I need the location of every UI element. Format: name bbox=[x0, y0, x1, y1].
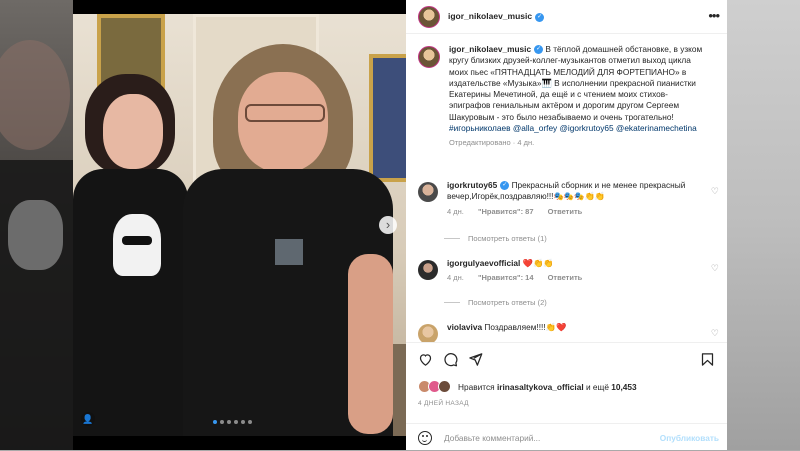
likes-prefix: Нравится bbox=[458, 381, 495, 392]
mentions-links[interactable]: @alla_orfey @igorkrutoy65 @ekaterinamech… bbox=[513, 123, 697, 133]
verified-icon: ✓ bbox=[500, 181, 510, 191]
publish-button[interactable]: Опубликовать bbox=[660, 433, 719, 443]
comment-text: Поздравляем!!!!👏❤️ bbox=[484, 322, 567, 332]
post-header: igor_nikolaev_music ✓ ••• bbox=[406, 0, 727, 34]
user-tag-icon[interactable]: 👤 bbox=[81, 412, 95, 426]
post-photo: › 👤 bbox=[73, 0, 406, 450]
likes-middle: и ещё bbox=[585, 381, 609, 392]
backdrop-left bbox=[0, 0, 73, 450]
likes-count[interactable]: 10,453 bbox=[611, 382, 636, 392]
comments-feed[interactable]: igor_nikolaev_music ✓ В тёплой домашней о… bbox=[406, 34, 727, 342]
more-icon[interactable]: ••• bbox=[708, 9, 720, 23]
comment-icon[interactable] bbox=[443, 352, 458, 367]
caption-row: igor_nikolaev_music ✓ В тёплой домашней о… bbox=[418, 44, 718, 149]
post-modal: › 👤 igor_nikolaev_music ✓ ••• igor_nikola… bbox=[73, 0, 727, 450]
view-replies-button[interactable]: Посмотреть ответы (2) bbox=[444, 298, 547, 307]
heart-icon[interactable]: ♡ bbox=[711, 328, 719, 339]
comment-row: violaviva Поздравляем!!!!👏❤️ bbox=[418, 322, 718, 342]
carousel-dots bbox=[213, 420, 252, 424]
heart-icon[interactable]: ♡ bbox=[711, 263, 719, 274]
comment-row: igorkrutoy65 ✓ Прекрасный сборник и не ме… bbox=[418, 180, 718, 217]
photo-image bbox=[73, 14, 406, 436]
avatar[interactable] bbox=[418, 46, 440, 68]
view-replies-button[interactable]: Посмотреть ответы (1) bbox=[444, 234, 547, 243]
comment-input[interactable] bbox=[442, 431, 656, 444]
heart-icon[interactable] bbox=[418, 352, 433, 367]
hashtag-link[interactable]: #игорьниколаев bbox=[449, 123, 511, 133]
caption-username[interactable]: igor_nikolaev_music bbox=[449, 44, 531, 54]
carousel-dot bbox=[227, 420, 231, 424]
carousel-dot bbox=[220, 420, 224, 424]
reply-button[interactable]: Ответить bbox=[548, 273, 583, 282]
reply-button[interactable]: Ответить bbox=[548, 207, 583, 216]
carousel-dot bbox=[234, 420, 238, 424]
carousel-dot bbox=[213, 420, 217, 424]
avatar[interactable] bbox=[418, 260, 438, 280]
carousel-dot bbox=[248, 420, 252, 424]
share-icon[interactable] bbox=[468, 352, 483, 367]
comment-age: 4 дн. bbox=[447, 273, 464, 283]
verified-icon: ✓ bbox=[534, 45, 544, 55]
comment-text: ❤️👏👏 bbox=[522, 258, 554, 268]
save-icon[interactable] bbox=[700, 352, 715, 367]
heart-icon[interactable]: ♡ bbox=[711, 186, 719, 197]
emoji-icon[interactable] bbox=[418, 430, 432, 445]
likes-line: Нравится irinasaltykova_official и ещё 1… bbox=[418, 380, 637, 393]
avatar bbox=[438, 380, 451, 393]
backdrop-right bbox=[727, 0, 800, 450]
likes-user-link[interactable]: irinasaltykova_official bbox=[497, 382, 584, 392]
comment-username[interactable]: igorgulyaevofficial bbox=[447, 258, 520, 268]
avatar[interactable] bbox=[418, 5, 440, 28]
caption-text: В тёплой домашней обстановке, в узком кр… bbox=[449, 44, 703, 122]
avatar[interactable] bbox=[418, 182, 438, 202]
avatar[interactable] bbox=[418, 324, 438, 342]
comment-row: igorgulyaevofficial ❤️👏👏 4 дн. "Нравится… bbox=[418, 258, 718, 284]
post-actions: Нравится irinasaltykova_official и ещё 1… bbox=[406, 342, 727, 433]
post-time-ago[interactable]: 4 ДНЕЙ НАЗАД bbox=[418, 400, 469, 407]
comment-likes[interactable]: "Нравится": 14 bbox=[478, 273, 534, 282]
comment-composer: Опубликовать bbox=[406, 423, 727, 451]
comment-age: 4 дн. bbox=[447, 206, 464, 216]
carousel-dot bbox=[241, 420, 245, 424]
header-username[interactable]: igor_nikolaev_music ✓ bbox=[448, 11, 545, 22]
caption-meta: Отредактировано · 4 дн. bbox=[449, 138, 535, 148]
verified-icon: ✓ bbox=[535, 12, 545, 22]
next-arrow-icon[interactable]: › bbox=[379, 216, 397, 234]
comment-likes[interactable]: "Нравится": 87 bbox=[478, 207, 534, 216]
comment-username[interactable]: igorkrutoy65 bbox=[447, 180, 497, 190]
comment-username[interactable]: violaviva bbox=[447, 322, 482, 332]
post-panel: igor_nikolaev_music ✓ ••• igor_nikolaev_m… bbox=[406, 0, 727, 450]
